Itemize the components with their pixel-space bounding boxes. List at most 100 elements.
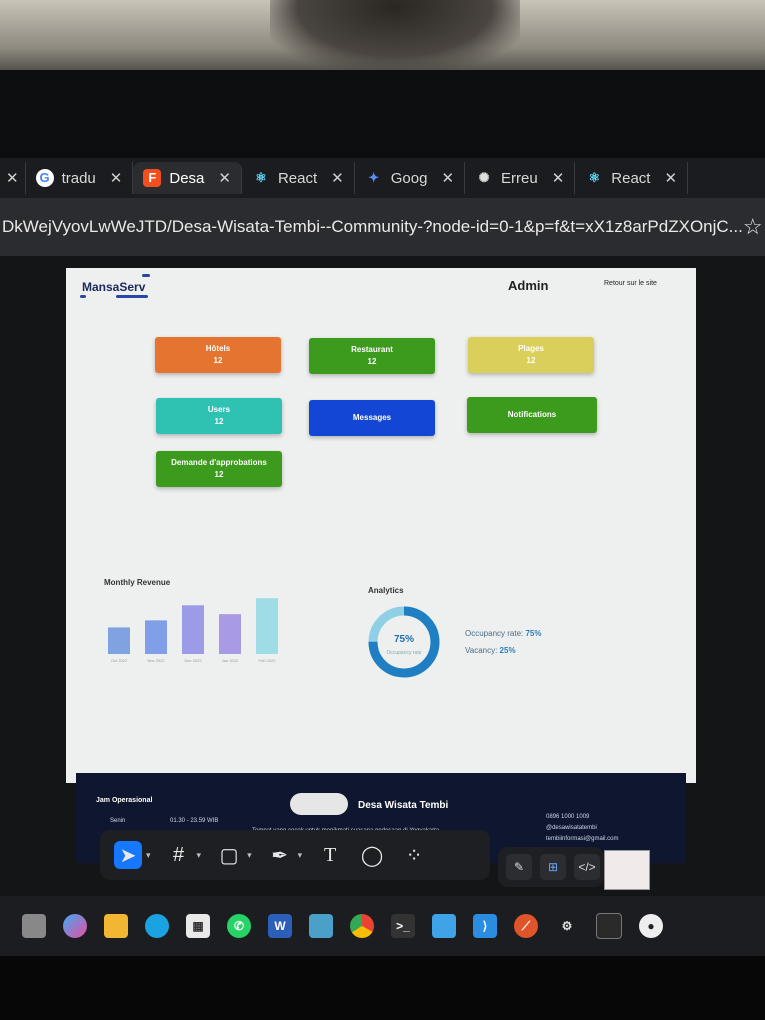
taskbar: ▦ ✆ W >_ ⟩ ⟋ ⚙ ● [0, 896, 765, 956]
page-title: Admin [508, 278, 549, 293]
figma-mode-toolbar: ✎ ⊞ </> [498, 847, 604, 887]
tab-label: Desa [169, 169, 205, 187]
card-label: Notifications [507, 410, 557, 419]
figma-desktop-icon[interactable]: ⟋ [514, 914, 538, 938]
move-tool-icon[interactable]: ➤ [114, 841, 142, 869]
footer-brand: Desa Wisata Tembi [358, 800, 449, 811]
back-to-site-link[interactable]: Retour sur le site [604, 280, 657, 287]
revenue-bar-chart: Oct 2022 Nov 2022 Dec 2022 Jan 2022 Feb 2022 [108, 598, 278, 663]
dev-mode-icon[interactable]: </> [574, 854, 600, 880]
close-icon[interactable]: ✕ [110, 169, 123, 187]
logo-accent [116, 295, 148, 298]
monitor-app-icon[interactable] [309, 914, 333, 938]
card-restaurant[interactable]: Restaurant 12 [309, 338, 435, 374]
tab-gemini[interactable]: ✦ Goog ✕ [355, 162, 466, 194]
card-messages[interactable]: Messages [309, 400, 435, 436]
pen-tool-icon[interactable]: ✒ [266, 841, 294, 869]
actions-tool-icon[interactable]: ⁘ [400, 841, 428, 869]
card-count: 12 [214, 470, 224, 479]
close-icon[interactable]: ✕ [218, 169, 231, 187]
tab-chatgpt[interactable]: ✺ Erreu ✕ [465, 162, 576, 194]
revenue-bar [108, 627, 130, 654]
vscode-icon[interactable]: ⟩ [473, 914, 497, 938]
revenue-tick-label: Jan 2022 [222, 658, 239, 663]
chevron-down-icon[interactable]: ▾ [298, 850, 303, 861]
react-icon: ⚛ [588, 170, 601, 185]
word-icon[interactable]: W [268, 914, 292, 938]
design-frame[interactable]: MansaServ Admin Retour sur le site Hôtel… [66, 268, 696, 783]
file-explorer-icon[interactable] [104, 914, 128, 938]
close-icon[interactable]: ✕ [6, 169, 19, 187]
close-icon[interactable]: ✕ [441, 169, 454, 187]
tab-react[interactable]: ⚛ React ✕ [242, 162, 355, 194]
footer-social: @desawisatatembi [546, 825, 597, 831]
card-approval-requests[interactable]: Demande d'approbations 12 [156, 451, 282, 487]
console-icon[interactable] [596, 913, 622, 939]
card-hotels[interactable]: Hôtels 12 [155, 337, 281, 373]
occupancy-legend: Occupancy rate: 75% [465, 629, 542, 638]
settings-icon[interactable]: ⚙ [555, 914, 579, 938]
logo: MansaServ [82, 280, 146, 294]
revenue-bar [182, 605, 204, 654]
vacancy-label: Vacancy: [465, 646, 498, 655]
app-leaf-icon[interactable]: ● [639, 914, 663, 938]
bookmark-star-icon[interactable]: ☆ [743, 214, 763, 240]
design-mode-icon[interactable]: ⊞ [540, 854, 566, 880]
notepad-icon[interactable] [432, 914, 456, 938]
tab-react-2[interactable]: ⚛ React ✕ [575, 162, 689, 194]
comment-tool-icon[interactable]: ◯ [358, 841, 386, 869]
revenue-tick-label: Dec 2022 [184, 658, 202, 663]
card-label: Hôtels [205, 344, 231, 353]
url-text[interactable]: DkWejVyovLwWeJTD/Desa-Wisata-Tembi--Comm… [0, 217, 743, 237]
preview-thumbnail[interactable] [604, 850, 650, 890]
figma-icon: F [143, 169, 162, 187]
card-plages[interactable]: Plages 12 [468, 337, 594, 373]
hours-day: Senin [110, 818, 126, 824]
copilot-icon[interactable] [63, 914, 87, 938]
card-count: 12 [214, 417, 224, 426]
footer-email: tembiinformasi@gmail.com [546, 836, 619, 842]
close-icon[interactable]: ✕ [552, 169, 565, 187]
card-count: 12 [526, 356, 536, 365]
donut-caption: Occupancy rate [386, 650, 421, 656]
card-notifications[interactable]: Notifications [467, 397, 597, 433]
logo-accent [142, 274, 150, 277]
tab-figma[interactable]: F Desa ✕ [133, 162, 242, 194]
chrome-icon[interactable] [350, 914, 374, 938]
rectangle-tool-icon[interactable]: ▢ [215, 841, 243, 869]
google-icon: G [35, 169, 54, 187]
chevron-down-icon[interactable]: ▾ [247, 850, 252, 861]
logo-accent [80, 295, 86, 298]
whatsapp-icon[interactable]: ✆ [227, 914, 251, 938]
tab-google-translate[interactable]: G tradu ✕ [26, 162, 134, 194]
tab-partial[interactable]: ✕ [0, 162, 26, 194]
explorer-preview-icon[interactable] [22, 914, 46, 938]
vacancy-legend: Vacancy: 25% [465, 646, 516, 655]
tab-label: Erreu [501, 169, 538, 187]
footer-logo-pill [290, 793, 348, 815]
revenue-tick-label: Nov 2022 [147, 658, 165, 663]
card-label: Restaurant [351, 345, 393, 354]
text-tool-icon[interactable]: T [316, 841, 344, 869]
address-bar[interactable]: DkWejVyovLwWeJTD/Desa-Wisata-Tembi--Comm… [0, 198, 765, 256]
card-users[interactable]: Users 12 [156, 398, 282, 434]
store-icon[interactable]: ▦ [186, 914, 210, 938]
chevron-down-icon[interactable]: ▾ [146, 850, 151, 861]
tab-label: React [611, 169, 651, 187]
gemini-icon: ✦ [368, 170, 380, 185]
occupancy-donut-chart: 75% Occupancy rate [368, 606, 440, 678]
revenue-bar [256, 598, 278, 654]
close-icon[interactable]: ✕ [664, 169, 677, 187]
terminal-icon[interactable]: >_ [391, 914, 415, 938]
frame-tool-icon[interactable]: # [165, 841, 193, 869]
chevron-down-icon[interactable]: ▾ [197, 850, 202, 861]
edge-icon[interactable] [145, 914, 169, 938]
background-person [270, 0, 520, 70]
close-icon[interactable]: ✕ [331, 169, 344, 187]
card-label: Plages [518, 344, 544, 353]
draw-mode-icon[interactable]: ✎ [506, 854, 532, 880]
vacancy-value: 25% [499, 646, 516, 655]
monitor-bottom-bezel [0, 956, 765, 1020]
occupancy-label: Occupancy rate: [465, 629, 524, 638]
analytics-title: Analytics [368, 586, 404, 595]
